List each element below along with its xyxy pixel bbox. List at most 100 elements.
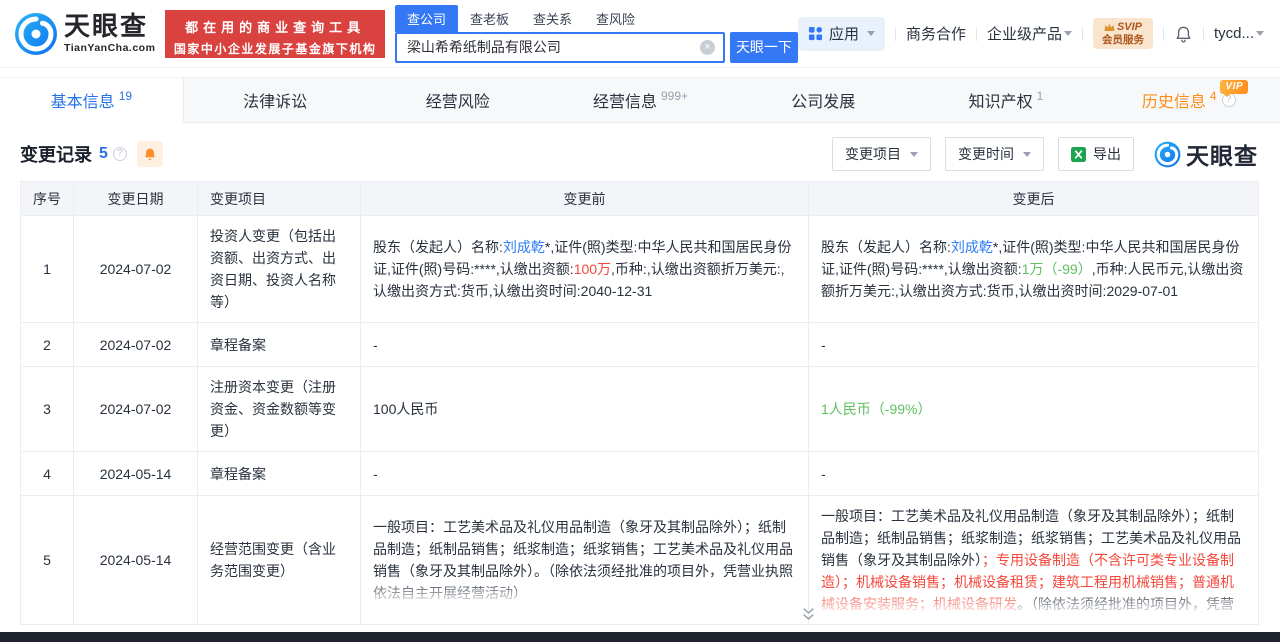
- help-icon[interactable]: ?: [112, 147, 127, 161]
- section-count: 5: [99, 145, 108, 162]
- section-header: 变更记录 5 ? 变更项目 变更时间 导出 天眼查: [20, 136, 1258, 172]
- user-menu[interactable]: tycd...: [1214, 25, 1264, 42]
- filter-button-2[interactable]: 变更时间: [945, 137, 1044, 171]
- tianyancha-logo-icon: [15, 12, 57, 55]
- cell-before: 股东（发起人）名称:刘成乾*,证件(照)类型:中华人民共和国居民身份证,证件(照…: [360, 215, 809, 323]
- filter-label: 变更项目: [845, 146, 901, 162]
- person-link[interactable]: 刘成乾: [951, 239, 993, 255]
- cell-after: 一般项目：工艺美术品及礼仪用品制造（象牙及其制品除外）；纸制品制造；纸制品销售；…: [808, 495, 1259, 625]
- apps-menu[interactable]: 应用: [797, 16, 885, 51]
- nav-tab-label: 经营风险: [425, 94, 490, 111]
- nav-tab-4[interactable]: 经营信息 999+: [549, 78, 732, 123]
- nav-tab-3[interactable]: 经营风险: [366, 78, 550, 123]
- column-header-date: 变更日期: [73, 181, 198, 216]
- cell-change-item: 章程备案: [197, 322, 361, 367]
- slogan-line2: 国家中小企业发展子基金旗下机构: [173, 41, 377, 56]
- cell-change-item: 投资人变更（包括出资额、出资方式、出资日期、投资人名称等）: [197, 215, 361, 323]
- text-segment: -: [373, 465, 378, 482]
- nav-tab-2[interactable]: 法律诉讼: [183, 78, 367, 123]
- expand-chevron-icon[interactable]: [801, 607, 816, 621]
- text-segment: -: [373, 336, 378, 353]
- text-segment: 股东（发起人）名称:: [373, 239, 503, 255]
- excel-icon: [1071, 146, 1086, 162]
- cell-before: -: [360, 451, 809, 496]
- apps-label: 应用: [828, 26, 859, 43]
- subscribe-bell-button[interactable]: [136, 141, 163, 167]
- text-segment: 。（除依法须经批准的项目外，凭营: [1017, 596, 1234, 612]
- cell-seq: 4: [20, 451, 74, 496]
- search-button[interactable]: 天眼一下: [729, 31, 798, 63]
- user-name: tycd...: [1213, 25, 1254, 42]
- tianyancha-logo[interactable]: 天眼查 TianYanCha.com: [14, 12, 155, 56]
- cell-change-item: 经营范围变更（含业务范围变更）: [197, 495, 361, 625]
- cell-seq: 3: [20, 366, 74, 452]
- biz-cooperation-link[interactable]: 商务合作: [906, 23, 966, 44]
- text-segment: 一般项目：工艺美术品及礼仪用品制造（象牙及其制品除外）；纸制品制造；纸制品销售；…: [373, 519, 793, 601]
- cell-change-item: 注册资本变更（注册资金、资金数额等变更）: [197, 366, 361, 452]
- search-input[interactable]: [396, 39, 723, 55]
- table-row: 5 2024-05-14 经营范围变更（含业务范围变更） 一般项目：工艺美术品及…: [20, 495, 1259, 625]
- section-title: 变更记录: [20, 145, 92, 165]
- notification-bell-icon[interactable]: [1174, 24, 1193, 44]
- search-tab-4[interactable]: 查风险: [584, 5, 647, 32]
- slogan-badge: 都在用的商业查询工具 国家中小企业发展子基金旗下机构: [165, 9, 385, 58]
- nav-tab-1[interactable]: 基本信息 19: [0, 78, 184, 123]
- apps-grid-icon: [808, 26, 822, 41]
- cell-change-item: 章程备案: [197, 451, 361, 496]
- filter-button-1[interactable]: 变更项目: [832, 137, 931, 171]
- enterprise-product-link[interactable]: 企业级产品: [987, 23, 1072, 44]
- search-tab-3[interactable]: 查关系: [521, 5, 584, 32]
- column-header-seq: 序号: [20, 181, 74, 216]
- cell-change-date: 2024-07-02: [73, 215, 198, 323]
- nav-tab-count: 999+: [661, 89, 689, 103]
- bell-icon: [144, 148, 155, 160]
- nav-tab-6[interactable]: 知识产权 1: [914, 78, 1098, 123]
- header-menu: 应用 商务合作 企业级产品 SVIP 会员服务 tycd...: [797, 16, 1264, 51]
- svip-label: SVIP: [1116, 20, 1143, 33]
- nav-tab-7[interactable]: 历史信息 4? VIP: [1097, 78, 1280, 123]
- cell-change-date: 2024-07-02: [73, 366, 198, 452]
- chevron-down-icon: [1063, 31, 1072, 36]
- cell-before: -: [360, 322, 809, 367]
- export-button[interactable]: 导出: [1058, 137, 1134, 171]
- cell-before: 100人民币: [360, 366, 809, 452]
- enterprise-product-label: 企业级产品: [986, 26, 1062, 43]
- svip-badge[interactable]: SVIP 会员服务: [1092, 17, 1153, 50]
- nav-tab-label: 公司发展: [791, 94, 856, 111]
- chevron-down-icon: [1023, 151, 1031, 157]
- nav-tab-label: 经营信息: [592, 94, 657, 111]
- search-tab-2[interactable]: 查老板: [458, 5, 521, 32]
- divider: [975, 26, 977, 41]
- cell-after: 股东（发起人）名称:刘成乾*,证件(照)类型:中华人民共和国居民身份证,证件(照…: [808, 215, 1259, 323]
- cell-after: -: [808, 451, 1259, 496]
- divider: [1162, 26, 1164, 41]
- table-row: 4 2024-05-14 章程备案 - -: [20, 451, 1259, 496]
- column-header-after: 变更后: [808, 181, 1259, 216]
- table-header-row: 序号 变更日期 变更项目 变更前 变更后: [20, 181, 1259, 216]
- nav-tab-5[interactable]: 公司发展: [731, 78, 915, 123]
- nav-tab-label: 历史信息: [1141, 94, 1206, 111]
- divider: [1081, 26, 1083, 41]
- footer-bar: [0, 632, 1280, 642]
- column-header-item: 变更项目: [197, 181, 361, 216]
- cell-before: 一般项目：工艺美术品及礼仪用品制造（象牙及其制品除外）；纸制品制造；纸制品销售；…: [360, 495, 809, 625]
- tianyancha-watermark-icon: [1154, 141, 1181, 167]
- tianyancha-watermark: 天眼查: [1154, 137, 1258, 171]
- clear-icon[interactable]: ×: [699, 39, 715, 55]
- person-link[interactable]: 刘成乾: [503, 239, 545, 255]
- chevron-down-icon: [866, 31, 875, 36]
- cell-seq: 2: [20, 322, 74, 367]
- cell-seq: 5: [20, 495, 74, 625]
- cell-seq: 1: [20, 215, 74, 323]
- nav-tab-count: 19: [118, 89, 133, 103]
- text-segment: 100万: [573, 261, 612, 277]
- cell-change-date: 2024-05-14: [73, 451, 198, 496]
- nav-tab-count: 4: [1209, 89, 1217, 103]
- search-tabs: 查公司 查老板 查关系 查风险: [394, 4, 798, 32]
- watermark-text: 天眼查: [1186, 143, 1258, 169]
- svip-sublabel: 会员服务: [1101, 33, 1144, 46]
- search-tab-1[interactable]: 查公司: [394, 4, 458, 32]
- cell-after: -: [808, 322, 1259, 367]
- table-row: 3 2024-07-02 注册资本变更（注册资金、资金数额等变更） 100人民币…: [20, 366, 1259, 452]
- cell-change-date: 2024-07-02: [73, 322, 198, 367]
